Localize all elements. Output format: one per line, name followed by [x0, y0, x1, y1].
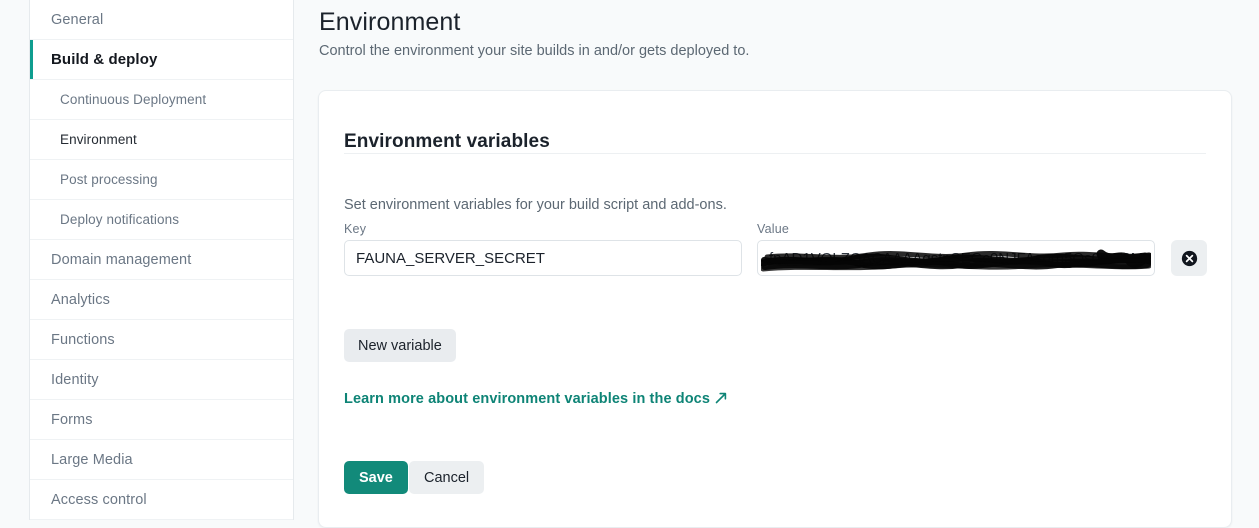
- cancel-button[interactable]: Cancel: [409, 461, 485, 494]
- sidebar-item-label: Forms: [51, 411, 93, 428]
- sidebar-item-label: Domain management: [51, 251, 192, 268]
- sidebar-item-label: Deploy notifications: [60, 212, 180, 227]
- sidebar-item-label: Functions: [51, 331, 115, 348]
- sidebar-item-deploy-notifications[interactable]: Deploy notifications: [30, 200, 293, 240]
- card-description: Set environment variables for your build…: [344, 196, 727, 213]
- value-field-label: Value: [757, 222, 790, 236]
- sidebar-item-identity[interactable]: Identity: [30, 360, 293, 400]
- sidebar-item-forms[interactable]: Forms: [30, 400, 293, 440]
- page-subtitle: Control the environment your site builds…: [319, 43, 750, 59]
- sidebar-item-domain-management[interactable]: Domain management: [30, 240, 293, 280]
- sidebar-item-functions[interactable]: Functions: [30, 320, 293, 360]
- main-content: Environment Control the environment your…: [294, 0, 1259, 528]
- docs-link[interactable]: Learn more about environment variables i…: [344, 391, 727, 407]
- sidebar-item-continuous-deployment[interactable]: Continuous Deployment: [30, 80, 293, 120]
- card-divider: [344, 153, 1206, 154]
- delete-variable-button[interactable]: [1171, 240, 1207, 276]
- page-title: Environment: [319, 8, 461, 36]
- card-title: Environment variables: [344, 130, 550, 152]
- value-field-wrapper: [757, 240, 1155, 276]
- sidebar-item-label: Analytics: [51, 291, 110, 308]
- sidebar-item-label: Large Media: [51, 451, 133, 468]
- sidebar-item-label: Environment: [60, 132, 137, 147]
- sidebar-item-label: General: [51, 11, 104, 28]
- page-header: Environment Control the environment your…: [319, 8, 749, 59]
- key-input[interactable]: [344, 240, 742, 276]
- external-link-icon: [715, 392, 727, 406]
- sidebar-item-label: Build & deploy: [51, 51, 158, 68]
- sidebar-item-label: Post processing: [60, 172, 158, 187]
- sidebar-item-general[interactable]: General: [30, 0, 293, 40]
- settings-sidebar: General Build & deploy Continuous Deploy…: [29, 0, 294, 520]
- sidebar-item-analytics[interactable]: Analytics: [30, 280, 293, 320]
- circle-x-icon: [1181, 250, 1197, 266]
- sidebar-item-environment[interactable]: Environment: [30, 120, 293, 160]
- sidebar-item-large-media[interactable]: Large Media: [30, 440, 293, 480]
- key-field-label: Key: [344, 222, 367, 236]
- docs-link-label: Learn more about environment variables i…: [344, 391, 710, 407]
- new-variable-button[interactable]: New variable: [344, 329, 456, 362]
- save-button[interactable]: Save: [344, 461, 408, 494]
- value-input[interactable]: [757, 240, 1155, 276]
- sidebar-item-label: Identity: [51, 371, 99, 388]
- app-root: General Build & deploy Continuous Deploy…: [0, 0, 1259, 528]
- environment-variables-card: Environment variables Set environment va…: [318, 90, 1232, 528]
- sidebar-item-label: Access control: [51, 491, 147, 508]
- sidebar-item-build-and-deploy[interactable]: Build & deploy: [30, 40, 293, 80]
- sidebar-item-post-processing[interactable]: Post processing: [30, 160, 293, 200]
- sidebar-item-label: Continuous Deployment: [60, 92, 207, 107]
- sidebar-item-access-control[interactable]: Access control: [30, 480, 293, 520]
